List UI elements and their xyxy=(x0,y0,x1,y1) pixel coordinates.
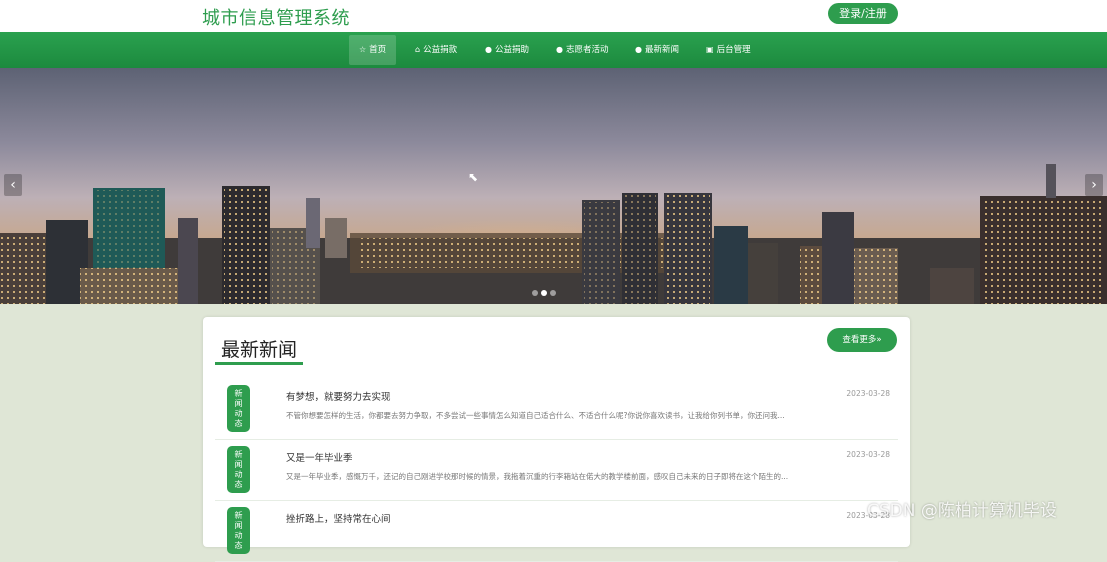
nav-item-label: 后台管理 xyxy=(716,45,751,55)
news-badge-label: 新闻动态 xyxy=(234,511,243,550)
latest-news-panel: 最新新闻 查看更多» 新闻动态 有梦想，就要努力去实现 2023-03-28 不… xyxy=(203,317,910,562)
nav-item-news[interactable]: ● 最新新闻 xyxy=(625,35,689,65)
news-badge-label: 新闻动态 xyxy=(234,389,243,428)
news-badge: 新闻动态 xyxy=(227,385,250,432)
nav-item-donation[interactable]: ⌂ 公益捐款 xyxy=(405,35,467,65)
section-title: 最新新闻 xyxy=(221,339,298,361)
nav-item-admin[interactable]: ▣ 后台管理 xyxy=(696,35,761,65)
star-icon: ☆ xyxy=(359,45,367,54)
home-icon: ⌂ xyxy=(415,45,421,54)
site-title[interactable]: 城市信息管理系统 xyxy=(202,4,350,30)
top-header: 城市信息管理系统 登录/注册 xyxy=(0,0,1107,32)
view-more-button[interactable]: 查看更多» xyxy=(827,328,897,352)
news-title[interactable]: 有梦想，就要努力去实现 xyxy=(286,389,391,403)
banner-dot[interactable] xyxy=(550,290,556,296)
news-title[interactable]: 又是一年毕业季 xyxy=(286,450,353,464)
city-skyline-image xyxy=(0,164,1107,304)
nav-item-home[interactable]: ☆ 首页 xyxy=(349,35,397,65)
info-icon: ● xyxy=(556,45,563,54)
news-badge-label: 新闻动态 xyxy=(234,450,243,489)
news-date: 2023-03-28 xyxy=(846,450,890,459)
news-item[interactable]: 新闻动态 又是一年毕业季 2023-03-28 又是一年毕业季，感慨万千，还记的… xyxy=(215,440,898,501)
news-summary: 不管你想要怎样的生活，你都要去努力争取，不多尝试一些事情怎么知道自己适合什么、不… xyxy=(286,411,785,420)
section-title-underline xyxy=(215,362,303,365)
nav-item-volunteer[interactable]: ● 志愿者活动 xyxy=(546,35,619,65)
news-item[interactable]: 新闻动态 有梦想，就要努力去实现 2023-03-28 不管你想要怎样的生活，你… xyxy=(215,379,898,440)
briefcase-icon: ▣ xyxy=(706,45,714,54)
news-badge: 新闻动态 xyxy=(227,446,250,493)
nav-item-aid[interactable]: ● 公益捐助 xyxy=(475,35,539,65)
news-item[interactable]: 新闻动态 挫折路上，坚持常在心间 2023-03-28 xyxy=(215,501,898,562)
banner-next-button[interactable]: › xyxy=(1085,174,1103,196)
nav-item-label: 公益捐助 xyxy=(494,45,529,55)
login-register-button[interactable]: 登录/注册 xyxy=(828,3,898,24)
news-date: 2023-03-28 xyxy=(846,389,890,398)
mouse-cursor-icon: ⬉ xyxy=(468,170,479,184)
banner-prev-button[interactable]: ‹ xyxy=(4,174,22,196)
news-badge: 新闻动态 xyxy=(227,507,250,554)
news-title[interactable]: 挫折路上，坚持常在心间 xyxy=(286,511,391,525)
main-nav: ☆ 首页 ⌂ 公益捐款 ● 公益捐助 ● 志愿者活动 ● 最新新闻 ▣ 后台管理 xyxy=(0,32,1107,68)
info-icon: ● xyxy=(485,45,492,54)
news-summary: 又是一年毕业季，感慨万千，还记的自己刚进学校那时候的情景，我拖着沉重的行李箱站在… xyxy=(286,472,789,481)
hero-banner[interactable]: ‹ › ⬉ xyxy=(0,68,1107,304)
nav-item-label: 首页 xyxy=(369,45,387,55)
banner-dot-active[interactable] xyxy=(541,290,547,296)
banner-dot[interactable] xyxy=(532,290,538,296)
watermark: CSDN @陈柏计算机毕设 xyxy=(867,501,1057,521)
nav-item-label: 志愿者活动 xyxy=(565,45,609,55)
nav-item-label: 最新新闻 xyxy=(644,45,679,55)
info-icon: ● xyxy=(635,45,642,54)
nav-item-label: 公益捐款 xyxy=(423,45,458,55)
